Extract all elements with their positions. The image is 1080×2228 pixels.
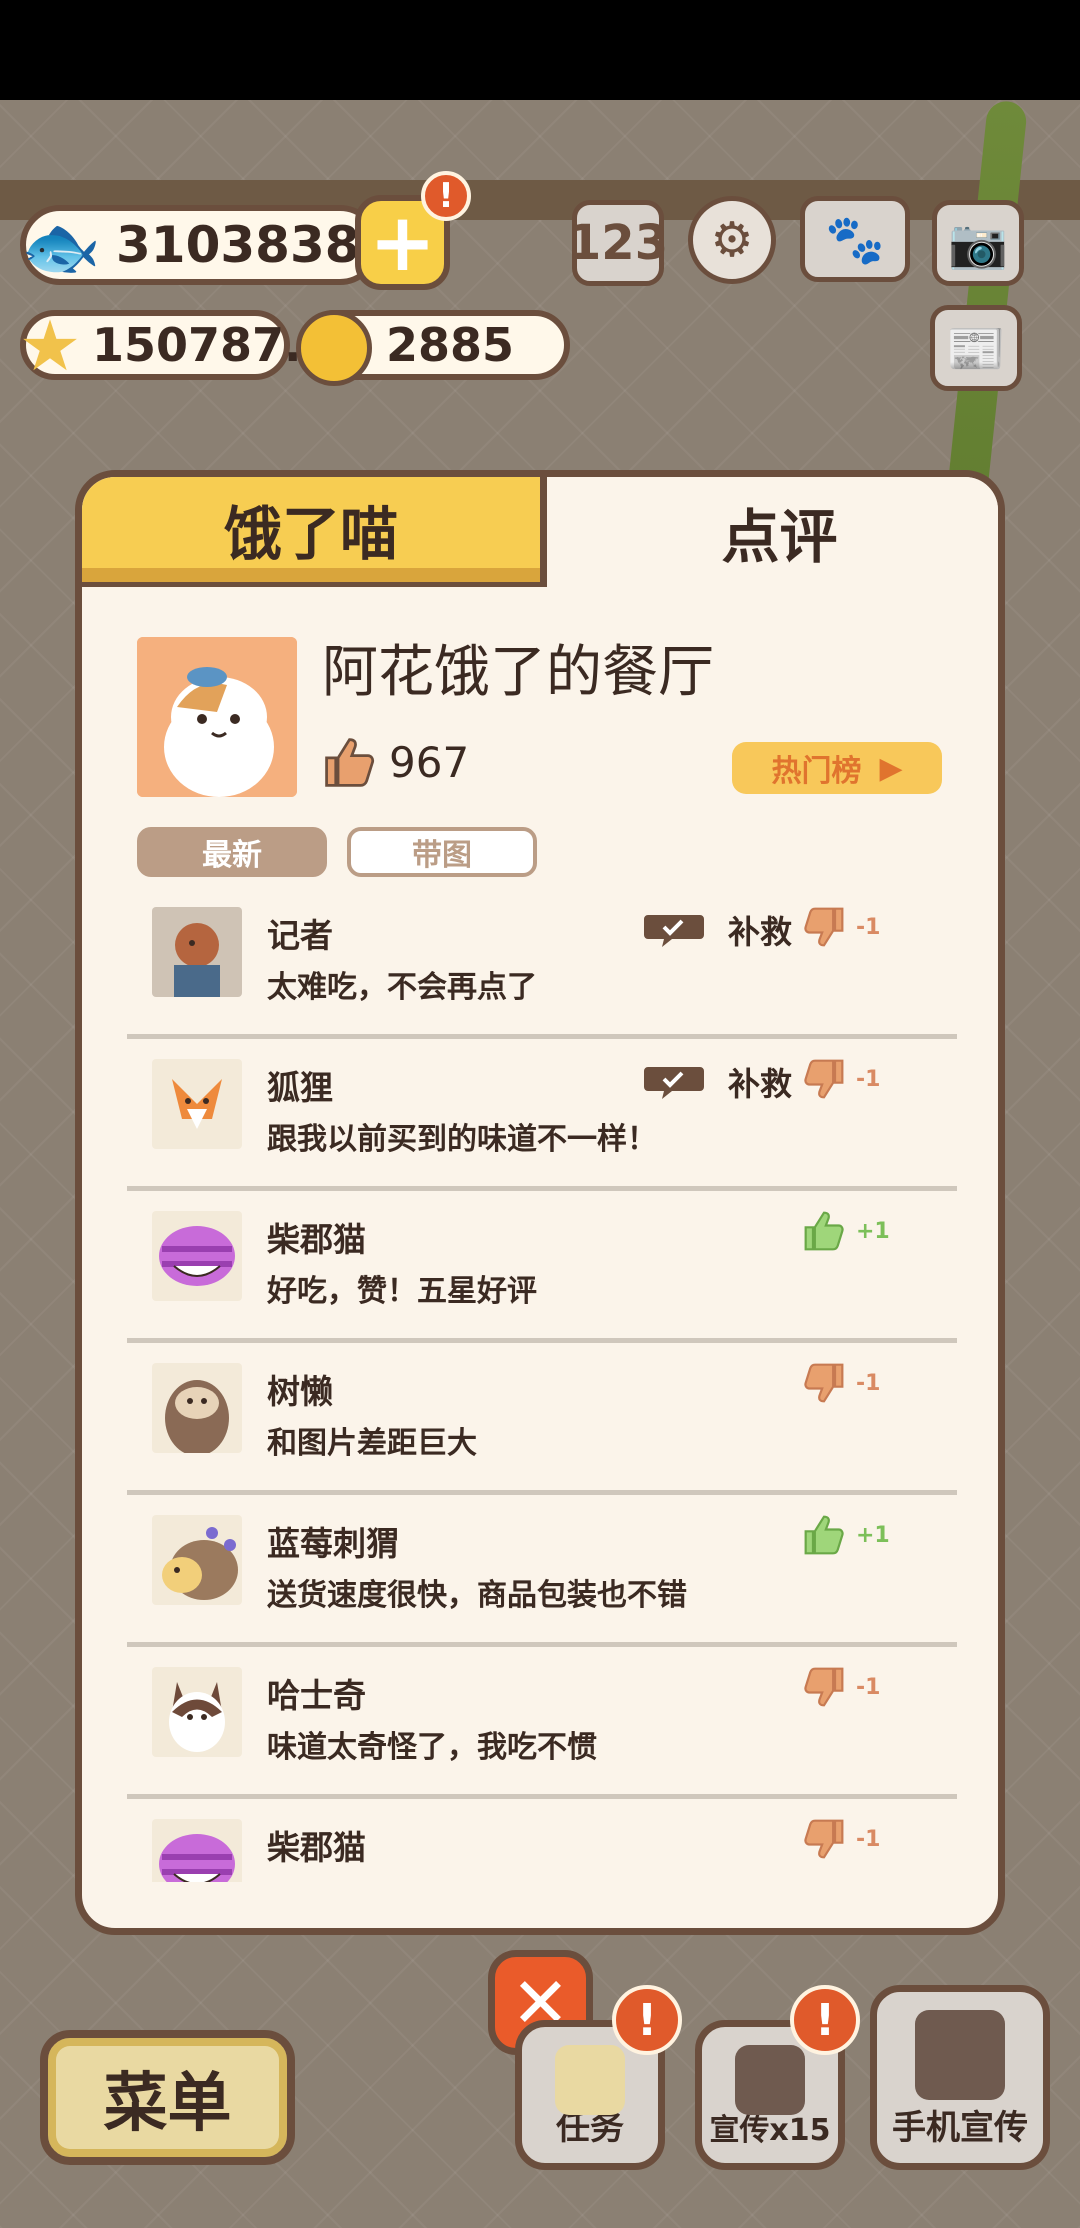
thumb-down-icon: [804, 1667, 844, 1707]
reviewer-name: 蓝莓刺猬: [267, 1524, 399, 1563]
review-text: 味道太奇怪了，我吃不惯: [267, 1730, 597, 1765]
thumb-down-icon: [804, 1059, 844, 1099]
cheshire-avatar: [152, 1211, 242, 1301]
reviewer-name: 狐狸: [267, 1068, 333, 1107]
rating-delta: -1: [856, 1826, 881, 1852]
review-rating: -1: [802, 1665, 880, 1709]
phone-promote-label: 手机宣传: [892, 2108, 1028, 2148]
restaurant-name: 阿花饿了的餐厅: [322, 640, 714, 705]
fish-count: 3103838: [116, 216, 360, 274]
review-item: 柴郡猫太难斑了，斑半天都斑不开 -1: [127, 1799, 957, 1882]
review-panel: 饿了喵 点评 阿花饿了的餐厅 967 热门榜 ▶ 最新 带图 记者太难吃，不会再…: [75, 470, 1005, 1935]
rating-delta: -1: [856, 914, 881, 940]
promote-alert-badge: !: [790, 1985, 860, 2055]
tab-reviews-label: 点评: [721, 503, 838, 571]
phone-promo-icon: [735, 2045, 805, 2115]
review-rating: +1: [802, 1209, 890, 1253]
review-text: 跟我以前买到的味道不一样！: [267, 1122, 657, 1157]
remedy-button[interactable]: 补救: [642, 907, 792, 953]
review-text: 和图片差距巨大: [267, 1426, 477, 1461]
thumb-up-icon: [804, 1515, 844, 1555]
remedy-label: 补救: [728, 1065, 793, 1103]
review-item: 蓝莓刺猬送货速度很快，商品包装也不错 +1: [127, 1495, 957, 1647]
review-item: 树懒和图片差距巨大 -1: [127, 1343, 957, 1495]
remedy-button[interactable]: 补救: [642, 1059, 792, 1105]
filter-latest-button[interactable]: 最新: [137, 827, 327, 877]
review-rating: -1: [802, 1361, 880, 1405]
likes-count: 967: [389, 737, 470, 787]
hedgehog-avatar: [152, 1515, 242, 1605]
review-item: 柴郡猫好吃，赞！五星好评 +1: [127, 1191, 957, 1343]
review-text: 太难吃，不会再点了: [267, 970, 537, 1005]
add-currency-button[interactable]: + !: [355, 171, 471, 290]
review-text: 送货速度很快，商品包装也不错: [267, 1578, 687, 1613]
settings-gear-icon[interactable]: ⚙: [688, 196, 776, 284]
ranking-icon[interactable]: 123: [568, 200, 668, 286]
rating-delta: -1: [856, 1674, 881, 1700]
bell-icon: [296, 310, 372, 386]
review-item: 狐狸跟我以前买到的味道不一样！ 补救 -1: [127, 1039, 957, 1191]
review-text: 好吃，赞！五星好评: [267, 1274, 537, 1309]
sloth-avatar: [152, 1363, 242, 1453]
paw-book-icon[interactable]: 🐾: [800, 196, 910, 282]
chat-check-icon: [644, 915, 704, 947]
tab-hungry-label: 饿了喵: [223, 499, 398, 568]
rating-delta: +1: [856, 1522, 890, 1548]
chat-check-icon: [644, 1067, 704, 1099]
cheshire-avatar: [152, 1819, 242, 1882]
filter-with-pics-button[interactable]: 带图: [347, 827, 537, 877]
husky-avatar: [152, 1667, 242, 1757]
rating-delta: +1: [856, 1218, 890, 1244]
tab-hungry-meow[interactable]: 饿了喵: [82, 477, 547, 587]
phone-promote-button[interactable]: 手机宣传: [870, 1985, 1050, 2170]
task-alert-badge: !: [612, 1985, 682, 2055]
thumb-up-icon: [804, 1211, 844, 1251]
review-rating: -1: [802, 1057, 880, 1101]
review-text: 太难斑了，斑半天都斑不开: [267, 1874, 627, 1882]
thumb-down-icon: [804, 1363, 844, 1403]
review-rating: +1: [802, 1513, 890, 1557]
tab-reviews[interactable]: 点评: [547, 477, 998, 587]
rating-delta: -1: [856, 1066, 881, 1092]
thumb-up-icon: [325, 737, 375, 787]
review-list[interactable]: 记者 太难吃，不会再点了 补救 -1 狐狸 跟我以前买到的味道不一样！ 补救 -1 柴郡猫 好吃，…: [97, 887, 997, 1882]
alert-badge: !: [421, 171, 471, 221]
bell-currency: 2885: [296, 310, 570, 386]
reviewer-name: 哈士奇: [267, 1676, 366, 1715]
review-rating: -1: [802, 1817, 880, 1861]
star-currency: ★ 150787.8: [19, 305, 334, 387]
review-rating: -1: [802, 905, 880, 949]
remedy-label: 补救: [728, 913, 793, 951]
hot-list-label: 热门榜: [771, 754, 862, 789]
review-item: 哈士奇味道太奇怪了，我吃不惯 -1: [127, 1647, 957, 1799]
smartphone-icon: [915, 2010, 1005, 2100]
clipboard-icon: [555, 2045, 625, 2115]
status-bar: [0, 0, 1080, 100]
likes-row: 967: [322, 732, 469, 792]
bell-count: 2885: [386, 318, 515, 372]
rating-delta: -1: [856, 1370, 881, 1396]
reviewer-name: 柴郡猫: [267, 1220, 366, 1259]
review-item: 记者太难吃，不会再点了 补救 -1: [127, 887, 957, 1039]
camera-icon[interactable]: 📷: [932, 200, 1024, 286]
newspaper-icon[interactable]: 📰: [930, 305, 1022, 391]
restaurant-avatar: [137, 637, 297, 797]
reviewer-name: 柴郡猫: [267, 1828, 366, 1867]
reviewer-name: 记者: [267, 916, 333, 955]
star-icon: ★: [18, 305, 82, 387]
reporter-avatar: [152, 907, 242, 997]
hot-list-button[interactable]: 热门榜 ▶: [732, 742, 942, 794]
thumb-down-icon: [804, 907, 844, 947]
fox-avatar: [152, 1059, 242, 1149]
reviewer-name: 树懒: [267, 1372, 333, 1411]
thumb-down-icon: [804, 1819, 844, 1859]
arrow-right-icon: ▶: [879, 750, 903, 786]
menu-button[interactable]: 菜单: [40, 2030, 295, 2165]
fish-currency: 🐟 3103838: [20, 205, 380, 285]
fish-icon: 🐟: [21, 210, 101, 285]
